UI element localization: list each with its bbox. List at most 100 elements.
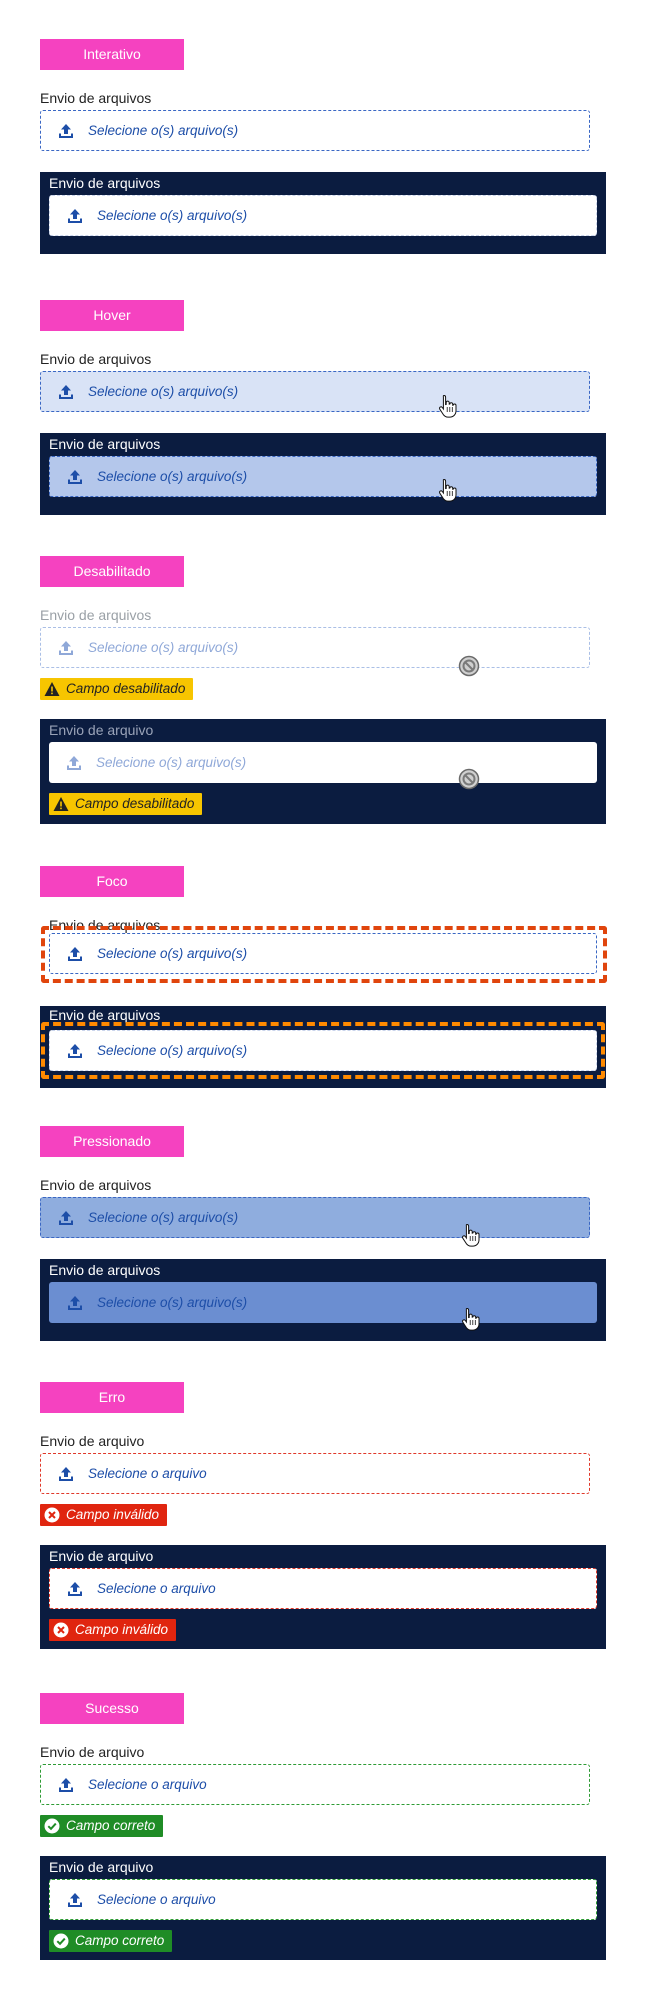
- field-label: Envio de arquivo: [49, 1548, 154, 1564]
- error-circle-icon: [53, 1622, 69, 1638]
- warning-icon: [53, 796, 69, 812]
- error-badge: Campo inválido: [49, 1619, 177, 1641]
- upload-icon: [58, 384, 74, 400]
- state-tag: Hover: [40, 300, 184, 331]
- field-label: Envio de arquivo: [49, 722, 154, 738]
- field-label: Envio de arquivos: [49, 1262, 161, 1278]
- error-badge: Campo inválido: [40, 1504, 168, 1526]
- state-tag: Desabilitado: [40, 556, 184, 587]
- field-placeholder: Selecione o arquivo: [88, 1777, 207, 1792]
- badge-text: Campo inválido: [66, 1507, 160, 1522]
- upload-icon: [67, 946, 83, 962]
- file-upload-field-pressed[interactable]: Selecione o(s) arquivo(s): [49, 1282, 597, 1323]
- section-foco: Foco Envio de arquivos Selecione o(s) ar…: [40, 866, 607, 1088]
- badge-text: Campo correto: [75, 1933, 165, 1948]
- field-label: Envio de arquivo: [40, 1433, 145, 1449]
- badge-text: Campo correto: [66, 1818, 156, 1833]
- section-hover: Hover Envio de arquivos Selecione o(s) a…: [40, 300, 606, 515]
- file-upload-field-focused[interactable]: Selecione o(s) arquivo(s): [49, 933, 597, 974]
- section-erro: Erro Envio de arquivo Selecione o arquiv…: [40, 1382, 606, 1649]
- hand-cursor-icon: [437, 394, 459, 418]
- dark-variant: Envio de arquivo Selecione o arquivo Cam…: [40, 1856, 606, 1960]
- field-placeholder: Selecione o arquivo: [97, 1581, 216, 1596]
- file-upload-field-error[interactable]: Selecione o arquivo: [49, 1568, 597, 1609]
- upload-icon: [67, 1295, 83, 1311]
- section-desabilitado: Desabilitado Envio de arquivos Selecione…: [40, 556, 606, 824]
- field-label: Envio de arquivos: [40, 607, 152, 623]
- upload-icon: [58, 123, 74, 139]
- badge-text: Campo inválido: [75, 1622, 169, 1637]
- light-variant: Envio de arquivos Selecione o(s) arquivo…: [40, 916, 607, 983]
- dark-variant: Envio de arquivo Selecione o(s) arquivo(…: [40, 719, 606, 824]
- field-placeholder: Selecione o(s) arquivo(s): [97, 1295, 248, 1310]
- hand-cursor-icon: [460, 1307, 482, 1331]
- upload-icon: [58, 640, 74, 656]
- hand-cursor-icon: [460, 1223, 482, 1247]
- state-tag: Interativo: [40, 39, 184, 70]
- file-upload-field[interactable]: Selecione o(s) arquivo(s): [40, 371, 590, 412]
- file-upload-field-pressed[interactable]: Selecione o(s) arquivo(s): [40, 1197, 590, 1238]
- field-placeholder: Selecione o arquivo: [88, 1466, 207, 1481]
- upload-icon: [58, 1777, 74, 1793]
- field-placeholder: Selecione o(s) arquivo(s): [97, 469, 248, 484]
- dark-variant: Envio de arquivo Selecione o arquivo Cam…: [40, 1545, 606, 1649]
- file-upload-field-success[interactable]: Selecione o arquivo: [49, 1879, 597, 1920]
- light-variant: Envio de arquivo Selecione o arquivo Cam…: [40, 1432, 590, 1526]
- dark-variant: Envio de arquivos Selecione o(s) arquivo…: [40, 172, 606, 254]
- upload-icon: [58, 1210, 74, 1226]
- field-label: Envio de arquivos: [40, 351, 152, 367]
- light-variant: Envio de arquivos Selecione o(s) arquivo…: [40, 350, 590, 368]
- file-upload-field-focused[interactable]: Selecione o(s) arquivo(s): [49, 1030, 597, 1071]
- upload-icon: [66, 755, 82, 771]
- file-upload-field[interactable]: Selecione o(s) arquivo(s): [40, 110, 590, 151]
- state-tag: Foco: [40, 866, 184, 897]
- warning-badge: Campo desabilitado: [40, 678, 194, 700]
- light-variant: Envio de arquivo Selecione o arquivo Cam…: [40, 1743, 590, 1837]
- success-badge: Campo correto: [40, 1815, 164, 1837]
- upload-icon: [67, 208, 83, 224]
- field-label: Envio de arquivos: [40, 90, 152, 106]
- field-placeholder: Selecione o(s) arquivo(s): [88, 123, 239, 138]
- warning-badge: Campo desabilitado: [49, 793, 203, 815]
- dark-variant: Envio de arquivos Selecione o(s) arquivo…: [40, 1006, 606, 1088]
- upload-icon: [58, 1466, 74, 1482]
- dark-variant: Envio de arquivos Selecione o(s) arquivo…: [40, 1259, 606, 1341]
- upload-icon: [67, 469, 83, 485]
- not-allowed-cursor-icon: [458, 654, 480, 678]
- section-sucesso: Sucesso Envio de arquivo Selecione o arq…: [40, 1693, 606, 1960]
- field-placeholder: Selecione o(s) arquivo(s): [97, 1043, 248, 1058]
- field-label: Envio de arquivos: [40, 1177, 152, 1193]
- upload-icon: [67, 1043, 83, 1059]
- field-placeholder: Selecione o(s) arquivo(s): [97, 946, 248, 961]
- light-variant: Envio de arquivos Selecione o(s) arquivo…: [40, 89, 590, 151]
- not-allowed-cursor-icon: [458, 767, 480, 791]
- field-placeholder: Selecione o(s) arquivo(s): [96, 755, 247, 770]
- field-placeholder: Selecione o arquivo: [97, 1892, 216, 1907]
- hand-cursor-icon: [437, 478, 459, 502]
- field-label: Envio de arquivos: [49, 175, 161, 191]
- field-label: Envio de arquivo: [40, 1744, 145, 1760]
- section-interativo: Interativo Envio de arquivos Selecione o…: [40, 39, 606, 254]
- badge-text: Campo desabilitado: [66, 681, 186, 696]
- field-placeholder: Selecione o(s) arquivo(s): [88, 640, 239, 655]
- upload-icon: [67, 1581, 83, 1597]
- file-upload-field[interactable]: Selecione o(s) arquivo(s): [49, 195, 597, 236]
- light-variant: Envio de arquivos Selecione o(s) arquivo…: [40, 1176, 590, 1194]
- error-circle-icon: [44, 1507, 60, 1523]
- check-circle-icon: [53, 1933, 69, 1949]
- badge-text: Campo desabilitado: [75, 796, 195, 811]
- success-badge: Campo correto: [49, 1930, 173, 1952]
- field-label: Envio de arquivos: [49, 436, 161, 452]
- file-upload-field[interactable]: Selecione o(s) arquivo(s): [49, 456, 597, 497]
- check-circle-icon: [44, 1818, 60, 1834]
- light-variant: Envio de arquivos Selecione o(s) arquivo…: [40, 606, 590, 700]
- state-tag: Sucesso: [40, 1693, 184, 1724]
- state-tag: Pressionado: [40, 1126, 184, 1157]
- field-placeholder: Selecione o(s) arquivo(s): [97, 208, 248, 223]
- field-placeholder: Selecione o(s) arquivo(s): [88, 384, 239, 399]
- file-upload-field-success[interactable]: Selecione o arquivo: [40, 1764, 590, 1805]
- file-upload-field-disabled: Selecione o(s) arquivo(s): [49, 742, 597, 783]
- file-upload-field-error[interactable]: Selecione o arquivo: [40, 1453, 590, 1494]
- section-pressionado: Pressionado Envio de arquivos Selecione …: [40, 1126, 606, 1341]
- state-tag: Erro: [40, 1382, 184, 1413]
